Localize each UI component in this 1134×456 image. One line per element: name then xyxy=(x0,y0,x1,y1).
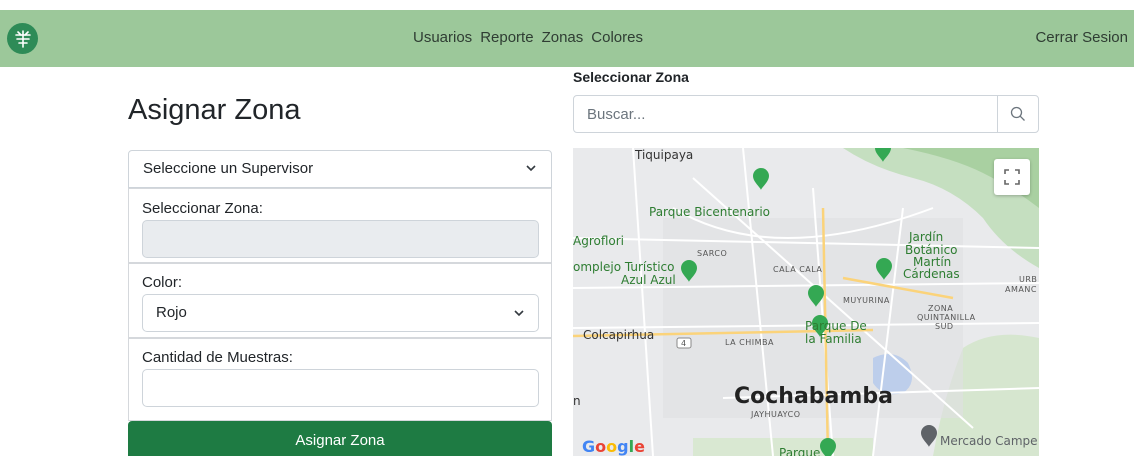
map-label-parque-bicentenario: Parque Bicentenario xyxy=(649,205,771,219)
map-section-title: Seleccionar Zona xyxy=(573,69,689,85)
zone-map[interactable]: Tiquipaya Parque Bicentenario Agroflori … xyxy=(573,148,1039,456)
navbar: Usuarios Reporte Zonas Colores Cerrar Se… xyxy=(0,10,1134,67)
map-label-parque-bottom: Parque xyxy=(779,446,821,456)
supervisor-select[interactable]: Seleccione un Supervisor xyxy=(128,150,552,188)
map-label-agroflori: Agroflori xyxy=(573,234,625,248)
supervisor-select-value: Seleccione un Supervisor xyxy=(143,160,314,177)
color-field-group: Color: Rojo xyxy=(128,263,552,338)
map-label-la-chimba: LA CHIMBA xyxy=(725,338,774,347)
logout-link[interactable]: Cerrar Sesion xyxy=(1035,29,1128,46)
map-label-azul-azul: Azul Azul xyxy=(621,273,676,287)
map-label-sarco: SARCO xyxy=(697,249,728,258)
color-select[interactable]: Rojo xyxy=(142,294,539,332)
chevron-down-icon xyxy=(514,310,524,317)
google-logo: Google xyxy=(582,437,645,456)
samples-field-group: Cantidad de Muestras: xyxy=(128,338,552,421)
map-label-quintanilla: QUINTANILLA xyxy=(917,313,976,322)
map-label-urb: URB xyxy=(1019,275,1038,284)
map-label-complejo: omplejo Turístico xyxy=(573,260,675,274)
map-background xyxy=(573,148,1039,456)
zone-input xyxy=(142,220,539,258)
map-fullscreen-button[interactable] xyxy=(994,159,1030,195)
nav-link-reporte[interactable]: Reporte xyxy=(480,29,533,46)
map-label-muyurina: MUYURINA xyxy=(843,296,890,305)
map-label-tiquipaya: Tiquipaya xyxy=(635,148,694,162)
chevron-down-icon xyxy=(526,165,536,172)
map-label-mercado: Mercado Campe xyxy=(940,434,1038,448)
search-button[interactable] xyxy=(997,95,1039,133)
fullscreen-icon xyxy=(1004,169,1020,185)
nav-link-zonas[interactable]: Zonas xyxy=(542,29,584,46)
map-label-colcapirhua: Colcapirhua xyxy=(583,328,655,342)
map-label-cala-cala: CALA CALA xyxy=(773,265,823,274)
map-label-parque-de: Parque De xyxy=(805,319,867,333)
color-label: Color: xyxy=(142,274,183,291)
search-placeholder: Buscar... xyxy=(587,106,646,123)
nav-links: Usuarios Reporte Zonas Colores xyxy=(413,29,651,46)
nav-link-colores[interactable]: Colores xyxy=(591,29,643,46)
map-label-amanc: AMANC xyxy=(1005,285,1037,294)
page-title: Asignar Zona xyxy=(128,94,301,126)
map-label-zona: ZONA xyxy=(928,304,954,313)
search-icon xyxy=(1010,106,1025,121)
map-label-cochabamba: Cochabamba xyxy=(734,384,893,409)
zone-label: Seleccionar Zona: xyxy=(142,200,263,217)
samples-label: Cantidad de Muestras: xyxy=(142,349,293,366)
color-select-value: Rojo xyxy=(156,304,187,321)
zone-field-group: Seleccionar Zona: xyxy=(128,188,552,263)
assign-zone-button[interactable]: Asignar Zona xyxy=(128,421,552,456)
map-label-n: n xyxy=(573,394,581,408)
map-label-jayhuayco: JAYHUAYCO xyxy=(751,410,801,419)
nav-link-usuarios[interactable]: Usuarios xyxy=(413,29,472,46)
map-label-route-4: 4 xyxy=(681,339,687,348)
map-label-cardenas: Cárdenas xyxy=(903,267,960,281)
samples-input[interactable] xyxy=(142,369,539,407)
map-search-input[interactable]: Buscar... xyxy=(573,95,998,133)
map-label-jardin: Jardín xyxy=(909,230,944,244)
map-label-la-familia: la Familia xyxy=(805,332,862,346)
app-logo-icon[interactable] xyxy=(7,23,38,54)
map-label-sud: SUD xyxy=(935,322,954,331)
